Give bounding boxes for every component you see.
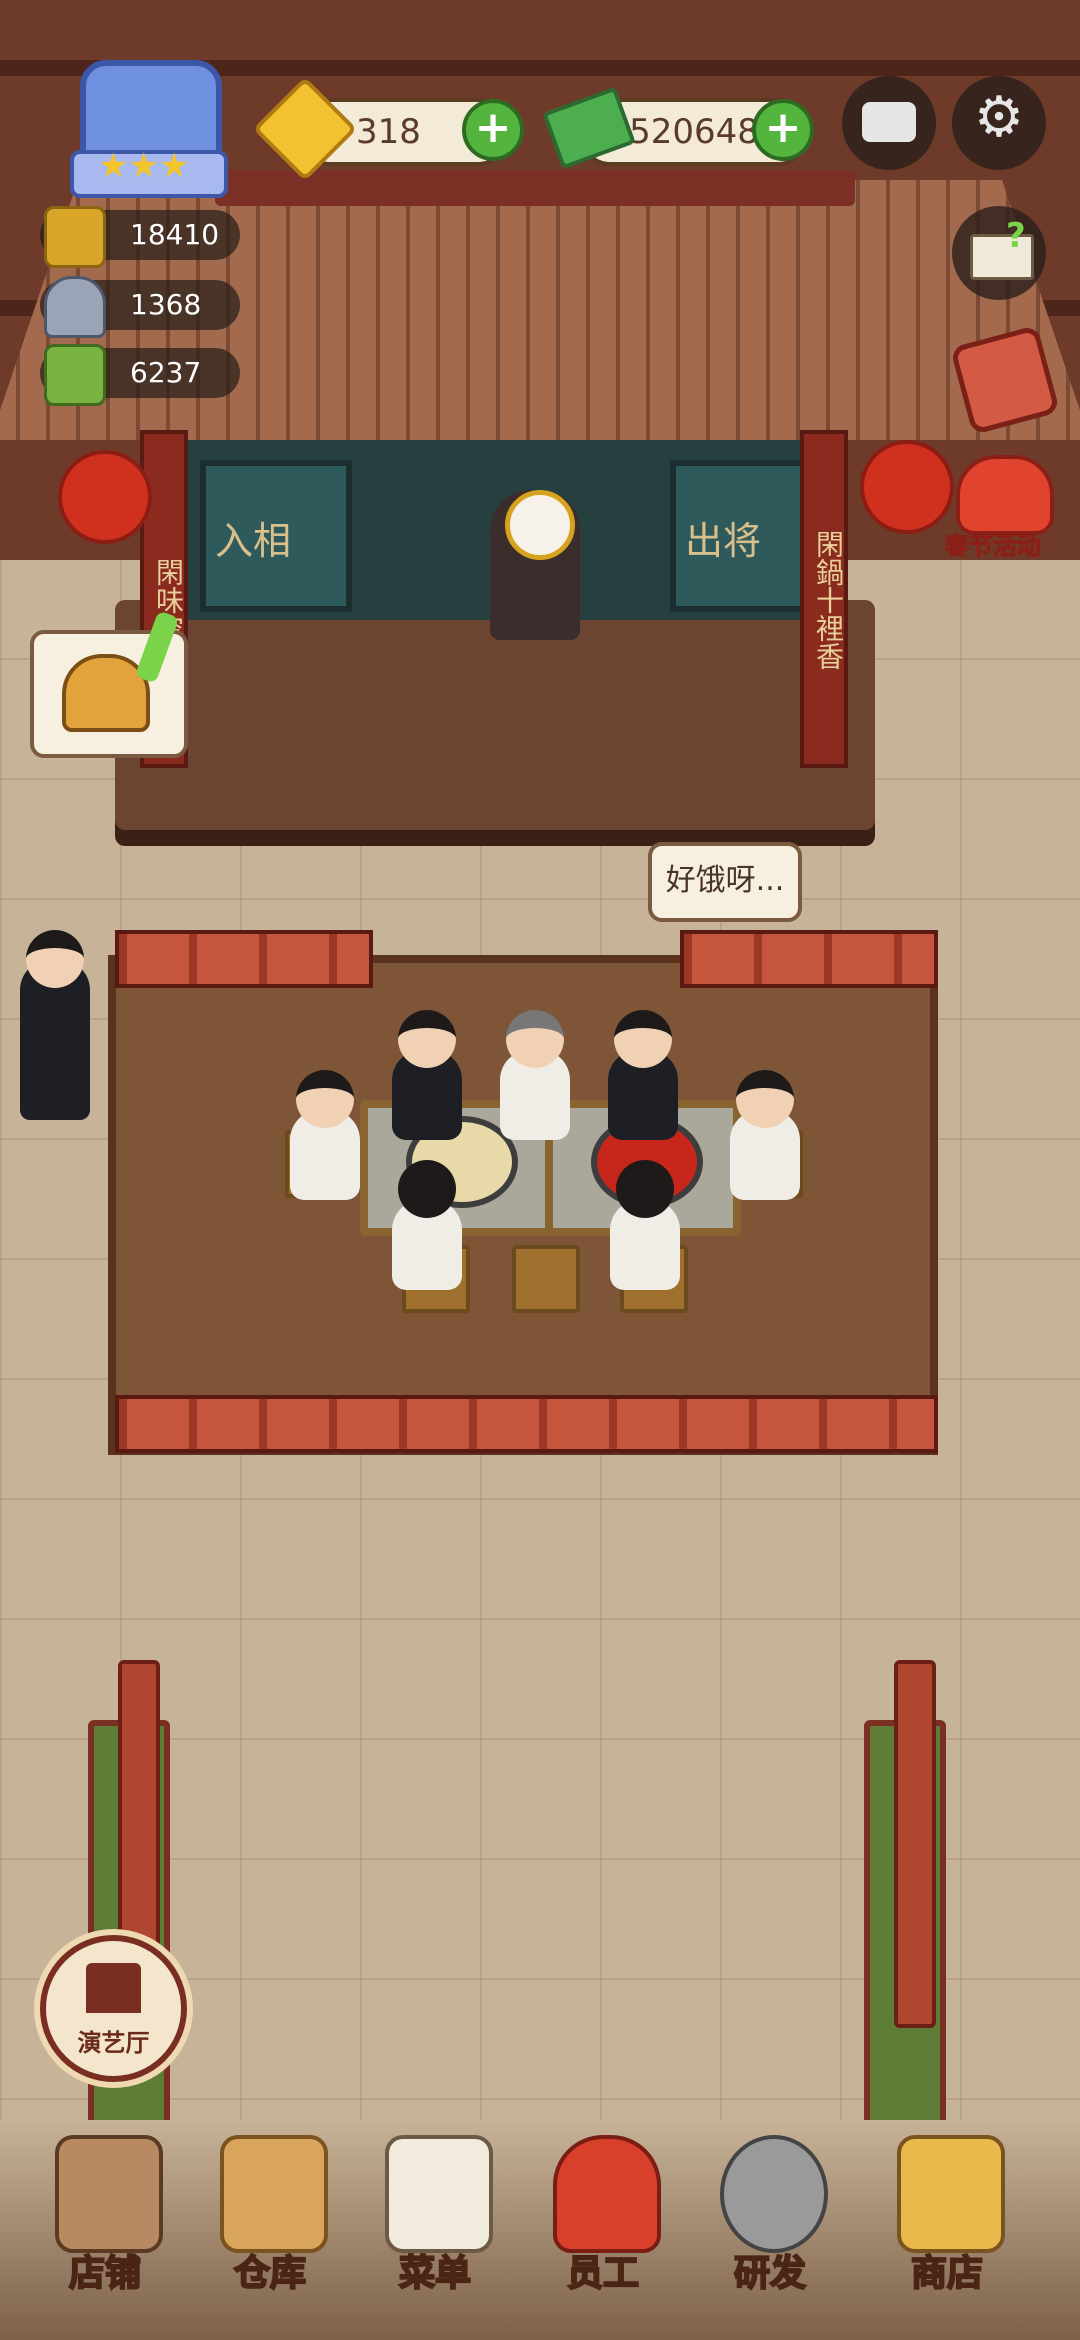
camera-button[interactable] (842, 76, 936, 170)
roof-ridge (215, 170, 855, 206)
lantern-left (58, 450, 152, 544)
gold-ingot-icon (44, 206, 106, 268)
spring-festival-event-label[interactable]: 春节活动 (945, 526, 1042, 561)
nav-shop-building[interactable]: 店铺 (30, 2135, 180, 2320)
theater-icon (86, 1963, 141, 2013)
opera-performer[interactable] (490, 490, 580, 640)
customer[interactable] (392, 1160, 462, 1290)
customer[interactable] (392, 1010, 462, 1140)
performance-hall-label: 演艺厅 (77, 2029, 150, 2057)
warehouse-boxes-icon (220, 2135, 328, 2253)
railing-top-right (680, 930, 938, 988)
nav-store[interactable]: 商店 (872, 2135, 1022, 2320)
store-icon (897, 2135, 1005, 2253)
restaurant-level-badge[interactable]: ★★★ (50, 60, 240, 200)
menu-clipboard-icon (385, 2135, 493, 2253)
customer[interactable] (500, 1010, 570, 1140)
planter-rail-right (894, 1660, 936, 2028)
customer-head (506, 1010, 564, 1068)
railing-bottom (115, 1395, 938, 1453)
gear-icon: ⚙ (973, 85, 1025, 150)
customer-head (398, 1160, 456, 1218)
curtain-text-right: 出将 (685, 519, 762, 563)
customer-head (296, 1070, 354, 1128)
star-icon: ★★★ (98, 146, 190, 186)
nav-label: 研发 (733, 2252, 807, 2295)
customer-head (616, 1160, 674, 1218)
settings-button[interactable]: ⚙ (952, 76, 1046, 170)
railing-top-left (115, 930, 373, 988)
stat-service-value: 1368 (130, 288, 202, 321)
customer-head (736, 1070, 794, 1128)
performance-hall-button[interactable]: 演艺厅 (40, 1935, 187, 2082)
customer-speech-bubble: 好饿呀... (648, 842, 802, 922)
nav-label: 员工 (566, 2252, 640, 2295)
nav-warehouse[interactable]: 仓库 (195, 2135, 345, 2320)
opera-mask (505, 490, 575, 560)
customer-head (614, 1010, 672, 1068)
question-mark-icon: ? (1006, 216, 1026, 256)
nav-label: 仓库 (233, 2252, 307, 2295)
lantern-right (860, 440, 954, 534)
service-dish-icon (44, 276, 106, 338)
nav-label: 菜单 (398, 2252, 472, 2295)
add-cash-button[interactable]: + (752, 99, 814, 161)
guide-book-button[interactable]: ? (952, 206, 1046, 300)
staff-icon (553, 2135, 661, 2253)
recipe-book-icon (44, 344, 106, 406)
lion-dance-event-icon[interactable] (956, 455, 1054, 535)
nav-label: 商店 (910, 2252, 984, 2295)
notification-bubble[interactable] (30, 610, 188, 758)
shop-building-icon (55, 2135, 163, 2253)
nav-menu[interactable]: 菜单 (360, 2135, 510, 2320)
bell-icon (62, 654, 150, 732)
waiter[interactable] (20, 930, 90, 1120)
stat-gold-value: 18410 (130, 218, 220, 251)
cash-count: 520648 (629, 112, 759, 152)
couplet-right: 閑鍋十裡香 (812, 530, 845, 670)
chair (512, 1245, 580, 1313)
nav-label: 店铺 (68, 2252, 142, 2295)
customer[interactable] (610, 1160, 680, 1290)
stat-recipes-value: 6237 (130, 356, 202, 389)
research-wok-icon (720, 2135, 828, 2253)
customer[interactable] (608, 1010, 678, 1140)
nav-research[interactable]: 研发 (695, 2135, 845, 2320)
customer[interactable] (730, 1070, 800, 1200)
add-gems-button[interactable]: + (462, 99, 524, 161)
customer[interactable] (290, 1070, 360, 1200)
waiter-head (26, 930, 84, 988)
customer-head (398, 1010, 456, 1068)
nav-staff[interactable]: 员工 (528, 2135, 678, 2320)
camera-icon (862, 102, 916, 142)
curtain-text-left: 入相 (215, 519, 292, 563)
